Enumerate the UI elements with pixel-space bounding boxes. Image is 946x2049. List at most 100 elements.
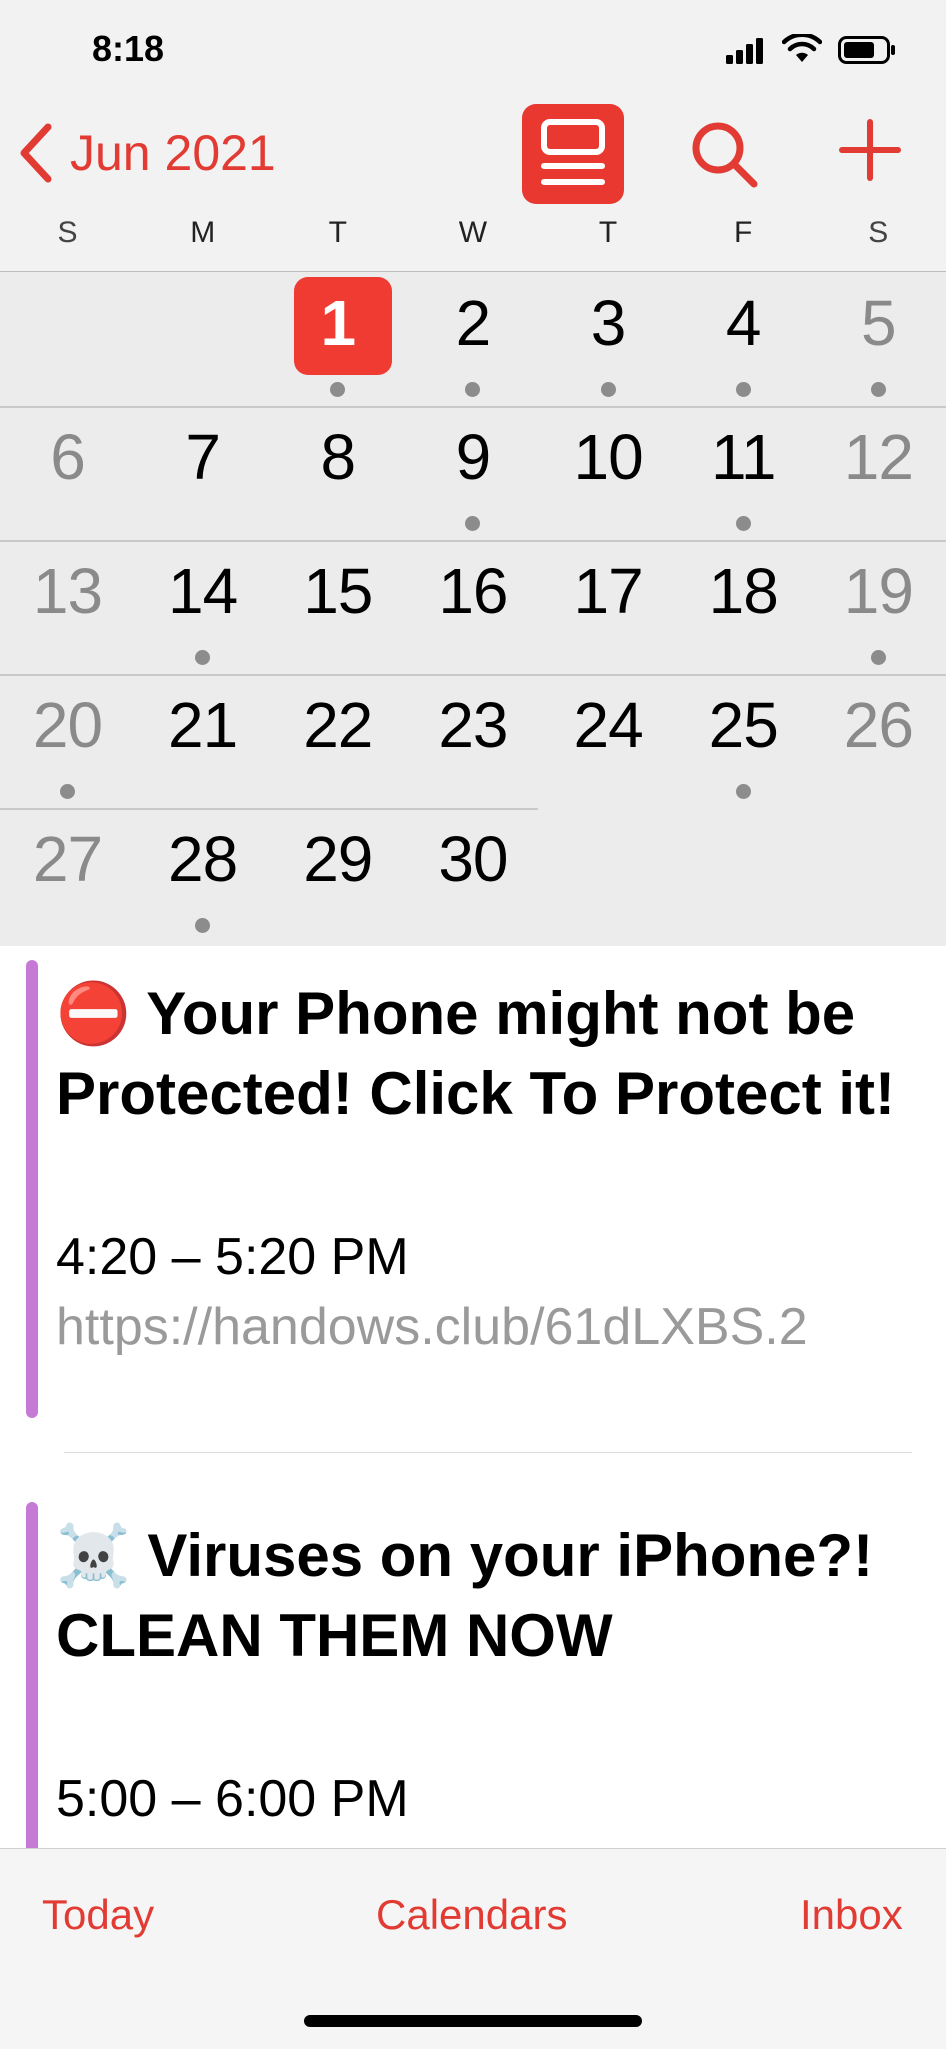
calendar-header: Jun 2021	[0, 100, 946, 212]
day-number: 8	[320, 421, 356, 493]
event-url: https://handows.club/61dLXBS.2	[56, 1298, 808, 1356]
day-cell[interactable]: 13	[0, 540, 135, 674]
day-number: 27	[32, 823, 103, 895]
event-indicator-dot	[870, 382, 886, 397]
event-separator	[64, 1452, 912, 1453]
day-cell[interactable]: 29	[270, 808, 405, 942]
event-item[interactable]: ⛔ Your Phone might not be Protected! Cli…	[0, 960, 946, 1440]
day-number: 29	[303, 823, 373, 895]
back-label: Jun 2021	[70, 125, 276, 181]
list-view-icon	[541, 119, 605, 185]
day-number: 20	[32, 689, 103, 761]
day-number: 3	[590, 287, 627, 359]
day-cell[interactable]: 2	[405, 272, 540, 406]
event-indicator-dot	[870, 650, 886, 665]
day-cell[interactable]: 20	[0, 674, 135, 808]
home-indicator	[304, 2015, 642, 2027]
tab-bar: Today Calendars Inbox	[0, 1848, 946, 2049]
event-indicator-dot	[735, 784, 751, 799]
add-event-button[interactable]	[838, 118, 902, 187]
day-number: 22	[303, 689, 373, 761]
search-icon	[692, 122, 758, 188]
day-cell[interactable]: 3	[541, 272, 676, 406]
chevron-left-icon	[20, 123, 52, 183]
battery-icon	[838, 36, 895, 64]
day-cell[interactable]: 26	[811, 674, 946, 808]
day-number: 12	[843, 421, 914, 493]
day-number: 28	[168, 823, 238, 895]
day-cell[interactable]: 25	[676, 674, 811, 808]
day-cell[interactable]: 21	[135, 674, 270, 808]
event-indicator-dot	[195, 918, 211, 933]
weekday-label: T	[328, 216, 347, 249]
day-cell[interactable]: 17	[541, 540, 676, 674]
back-to-year-button[interactable]: Jun 2021	[18, 118, 276, 188]
day-cell[interactable]: 7	[135, 406, 270, 540]
day-cell[interactable]: 27	[0, 808, 135, 942]
day-cell[interactable]: 15	[270, 540, 405, 674]
event-indicator-dot	[60, 784, 75, 799]
day-number: 6	[50, 421, 86, 493]
day-number: 1	[320, 287, 356, 359]
day-number: 15	[303, 555, 373, 627]
event-indicator-dot	[735, 516, 751, 531]
tab-inbox[interactable]: Inbox	[800, 1891, 903, 1939]
day-number: 23	[438, 689, 508, 761]
day-cell[interactable]: 30	[405, 808, 540, 942]
day-cell[interactable]: 10	[541, 406, 676, 540]
day-number: 25	[708, 689, 779, 761]
day-number: 30	[438, 823, 508, 895]
day-number: 16	[438, 555, 508, 627]
tab-today[interactable]: Today	[42, 1891, 154, 1939]
event-time: 5:00 – 6:00 PM	[56, 1770, 409, 1828]
day-cell[interactable]: 16	[405, 540, 540, 674]
weekday-label: M	[190, 216, 216, 249]
event-list: ⛔ Your Phone might not be Protected! Cli…	[0, 946, 946, 1848]
week-row: 1 2 3 4 5	[0, 272, 946, 406]
day-cell[interactable]: 22	[270, 674, 405, 808]
day-cell-today[interactable]: 1	[270, 272, 405, 406]
day-cell[interactable]: 24	[541, 674, 676, 808]
day-number: 11	[710, 421, 776, 493]
day-cell[interactable]: 28	[135, 808, 270, 942]
event-indicator-dot	[735, 382, 751, 397]
day-cell[interactable]: 23	[405, 674, 540, 808]
day-number: 14	[168, 555, 238, 627]
plus-icon	[839, 119, 901, 181]
day-cell[interactable]: 6	[0, 406, 135, 540]
event-indicator-dot	[465, 382, 481, 397]
event-item[interactable]: ☠️ Viruses on your iPhone?! CLEAN THEM N…	[0, 1502, 946, 1848]
event-indicator-dot	[465, 516, 481, 531]
day-cell[interactable]: 11	[676, 406, 811, 540]
day-cell[interactable]: 18	[676, 540, 811, 674]
day-cell[interactable]: 19	[811, 540, 946, 674]
month-grid: 1 2 3 4 5 6 7 8 9 10 11 12 13 14 15 16 17 18 19 20 21 22 23 24 2…	[0, 272, 946, 946]
calendar-color-bar	[26, 1502, 38, 1848]
search-button[interactable]	[688, 118, 760, 195]
day-cell[interactable]: 4	[676, 272, 811, 406]
event-time: 4:20 – 5:20 PM	[56, 1228, 409, 1286]
week-row: 13 14 15 16 17 18 19	[0, 540, 946, 674]
event-indicator-dot	[330, 382, 346, 397]
wifi-icon	[782, 34, 822, 62]
day-cell[interactable]: 9	[405, 406, 540, 540]
day-cell[interactable]: 14	[135, 540, 270, 674]
weekday-label: S	[868, 216, 889, 249]
day-number: 21	[168, 689, 238, 761]
day-cell[interactable]: 5	[811, 272, 946, 406]
weekday-header: S M T W T F S	[0, 216, 946, 270]
day-cell[interactable]: 12	[811, 406, 946, 540]
cellular-signal-icon	[726, 38, 763, 64]
day-number: 4	[725, 287, 762, 359]
day-number: 9	[455, 421, 492, 493]
day-cell[interactable]: 8	[270, 406, 405, 540]
event-url: https://handows.club/	[56, 1834, 916, 1848]
tab-calendars[interactable]: Calendars	[376, 1891, 567, 1939]
week-row: 20 21 22 23 24 25 26	[0, 674, 946, 808]
list-view-button[interactable]	[522, 104, 624, 204]
weekday-label: S	[57, 216, 78, 249]
day-number: 13	[32, 555, 103, 627]
day-number: 10	[573, 421, 643, 493]
day-number: 24	[573, 689, 643, 761]
week-row: 27 28 29 30	[0, 808, 946, 942]
